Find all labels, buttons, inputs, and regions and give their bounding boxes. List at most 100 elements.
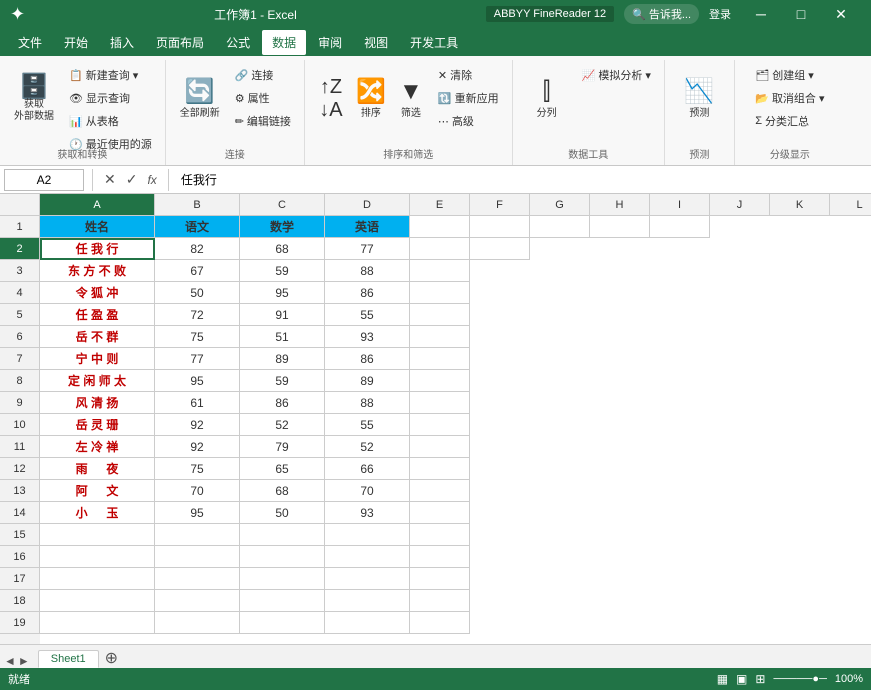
cell-b17[interactable]: [155, 568, 240, 590]
cell-d5[interactable]: 55: [325, 304, 410, 326]
btn-show-query[interactable]: 👁显示查询: [64, 87, 157, 109]
row-num-9[interactable]: 9: [0, 392, 40, 414]
cell-c14[interactable]: 50: [240, 502, 325, 524]
col-header-b[interactable]: B: [155, 194, 240, 215]
cell-e5[interactable]: [410, 304, 470, 326]
row-num-4[interactable]: 4: [0, 282, 40, 304]
cell-e4[interactable]: [410, 282, 470, 304]
btn-subtotal[interactable]: Σ分类汇总: [750, 110, 829, 132]
cell-b15[interactable]: [155, 524, 240, 546]
cell-d19[interactable]: [325, 612, 410, 634]
btn-get-external-data[interactable]: 🗄️ 获取外部数据: [8, 64, 60, 134]
cell-d9[interactable]: 88: [325, 392, 410, 414]
col-header-e[interactable]: E: [410, 194, 470, 215]
btn-text-to-columns[interactable]: ⫿ 分列: [521, 64, 573, 134]
cell-b3[interactable]: 67: [155, 260, 240, 282]
cell-c17[interactable]: [240, 568, 325, 590]
cell-c3[interactable]: 59: [240, 260, 325, 282]
menu-formula[interactable]: 公式: [216, 30, 260, 55]
minimize-button[interactable]: ─: [741, 0, 781, 28]
cell-c2[interactable]: 68: [240, 238, 325, 260]
cell-f2[interactable]: [470, 238, 530, 260]
col-header-k[interactable]: K: [770, 194, 830, 215]
cell-b16[interactable]: [155, 546, 240, 568]
btn-ungroup[interactable]: 📂取消组合▾: [750, 87, 829, 109]
row-num-19[interactable]: 19: [0, 612, 40, 634]
cell-b6[interactable]: 75: [155, 326, 240, 348]
cell-c19[interactable]: [240, 612, 325, 634]
cell-c6[interactable]: 51: [240, 326, 325, 348]
cell-b18[interactable]: [155, 590, 240, 612]
cell-i1[interactable]: [650, 216, 710, 238]
cell-c15[interactable]: [240, 524, 325, 546]
cell-b12[interactable]: 75: [155, 458, 240, 480]
cell-e12[interactable]: [410, 458, 470, 480]
cell-c10[interactable]: 52: [240, 414, 325, 436]
row-num-8[interactable]: 8: [0, 370, 40, 392]
cell-a10[interactable]: 岳 灵 珊: [40, 414, 155, 436]
cell-e1[interactable]: [410, 216, 470, 238]
col-header-d[interactable]: D: [325, 194, 410, 215]
cell-c7[interactable]: 89: [240, 348, 325, 370]
cell-c18[interactable]: [240, 590, 325, 612]
menu-home[interactable]: 开始: [54, 30, 98, 55]
cell-e6[interactable]: [410, 326, 470, 348]
cell-b2[interactable]: 82: [155, 238, 240, 260]
cell-b14[interactable]: 95: [155, 502, 240, 524]
menu-review[interactable]: 审阅: [308, 30, 352, 55]
cell-e10[interactable]: [410, 414, 470, 436]
cell-c1[interactable]: 数学: [240, 216, 325, 238]
cell-g1[interactable]: [530, 216, 590, 238]
cell-d1[interactable]: 英语: [325, 216, 410, 238]
cell-e17[interactable]: [410, 568, 470, 590]
btn-group[interactable]: 🗂创建组▾: [750, 64, 829, 86]
menu-view[interactable]: 视图: [354, 30, 398, 55]
row-num-10[interactable]: 10: [0, 414, 40, 436]
row-num-5[interactable]: 5: [0, 304, 40, 326]
cell-d7[interactable]: 86: [325, 348, 410, 370]
cell-a14[interactable]: 小 玉: [40, 502, 155, 524]
btn-connections[interactable]: 🔗连接: [230, 64, 296, 86]
cell-a19[interactable]: [40, 612, 155, 634]
col-header-h[interactable]: H: [590, 194, 650, 215]
row-num-2[interactable]: 2: [0, 238, 40, 260]
formula-input[interactable]: [177, 171, 867, 189]
cell-a15[interactable]: [40, 524, 155, 546]
close-button[interactable]: ✕: [821, 0, 861, 28]
cell-d16[interactable]: [325, 546, 410, 568]
cell-c16[interactable]: [240, 546, 325, 568]
cell-a18[interactable]: [40, 590, 155, 612]
cell-d6[interactable]: 93: [325, 326, 410, 348]
zoom-slider[interactable]: ─────●─: [773, 673, 826, 685]
cell-d3[interactable]: 88: [325, 260, 410, 282]
menu-file[interactable]: 文件: [8, 30, 52, 55]
cell-a3[interactable]: 东 方 不 败: [40, 260, 155, 282]
cell-e2[interactable]: [410, 238, 470, 260]
cell-a2[interactable]: 任 我 行: [40, 238, 155, 260]
cell-b7[interactable]: 77: [155, 348, 240, 370]
cell-e19[interactable]: [410, 612, 470, 634]
btn-new-query[interactable]: 📋新建查询▾: [64, 64, 157, 86]
view-normal-btn[interactable]: ▦: [717, 672, 728, 686]
col-header-g[interactable]: G: [530, 194, 590, 215]
row-num-15[interactable]: 15: [0, 524, 40, 546]
cell-a17[interactable]: [40, 568, 155, 590]
cell-a5[interactable]: 任 盈 盈: [40, 304, 155, 326]
cell-d12[interactable]: 66: [325, 458, 410, 480]
scroll-tab-left-btn[interactable]: ◄: [4, 654, 16, 668]
cell-c9[interactable]: 86: [240, 392, 325, 414]
btn-forecast[interactable]: 📉 预测: [673, 64, 725, 134]
menu-data[interactable]: 数据: [262, 30, 306, 55]
sheet-tab-sheet1[interactable]: Sheet1: [38, 650, 99, 668]
cell-f1[interactable]: [470, 216, 530, 238]
cell-b9[interactable]: 61: [155, 392, 240, 414]
cell-a16[interactable]: [40, 546, 155, 568]
col-header-f[interactable]: F: [470, 194, 530, 215]
cell-e14[interactable]: [410, 502, 470, 524]
btn-sort[interactable]: 🔀 排序: [353, 64, 389, 134]
cell-e13[interactable]: [410, 480, 470, 502]
cell-e3[interactable]: [410, 260, 470, 282]
cell-b1[interactable]: 语文: [155, 216, 240, 238]
cell-c8[interactable]: 59: [240, 370, 325, 392]
cell-e7[interactable]: [410, 348, 470, 370]
